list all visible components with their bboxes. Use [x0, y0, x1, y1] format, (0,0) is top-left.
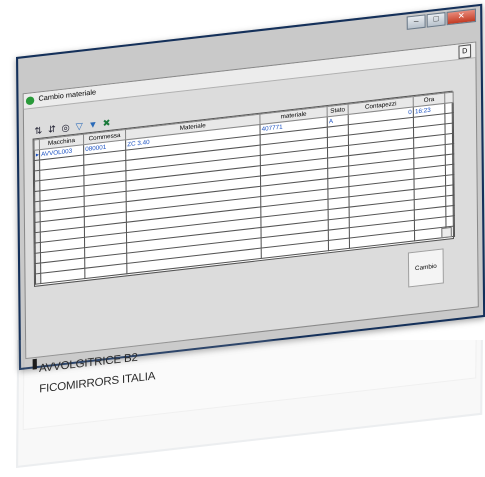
- binoculars-icon[interactable]: ◎: [60, 122, 72, 135]
- sort-asc-icon[interactable]: ⇅: [32, 125, 44, 138]
- close-button[interactable]: ✕: [446, 8, 477, 26]
- machine-name-label: AVVOLGITRICE B2: [38, 351, 138, 376]
- main-window: – □ ✕ Cambio materiale D ⇅ ⇵ ◎ ▽ ▼ ✖ Mac…: [16, 3, 485, 396]
- window-controls: – □ ✕: [406, 8, 477, 30]
- filter-clear-icon[interactable]: ▼: [87, 119, 99, 132]
- d-button[interactable]: D: [458, 44, 472, 60]
- cambio-button[interactable]: Cambio: [407, 248, 444, 288]
- company-name-label: FICOMIRRORS ITALIA: [39, 370, 156, 396]
- scroll-corner-grip[interactable]: [441, 226, 452, 239]
- excel-export-icon[interactable]: ✖: [101, 117, 113, 130]
- minimize-button[interactable]: –: [406, 14, 426, 30]
- maximize-button[interactable]: □: [426, 12, 446, 28]
- cambio-materiale-dialog: Cambio materiale D ⇅ ⇵ ◎ ▽ ▼ ✖ Macchina …: [22, 41, 479, 396]
- filter-icon[interactable]: ▽: [73, 120, 85, 133]
- app-icon: [25, 96, 35, 106]
- dialog-title: Cambio materiale: [38, 89, 97, 103]
- screenshot-stage: – □ ✕ Cambio materiale D ⇅ ⇵ ◎ ▽ ▼ ✖ Mac…: [0, 0, 485, 477]
- sort-desc-icon[interactable]: ⇵: [46, 123, 58, 136]
- status-marker: [32, 358, 37, 370]
